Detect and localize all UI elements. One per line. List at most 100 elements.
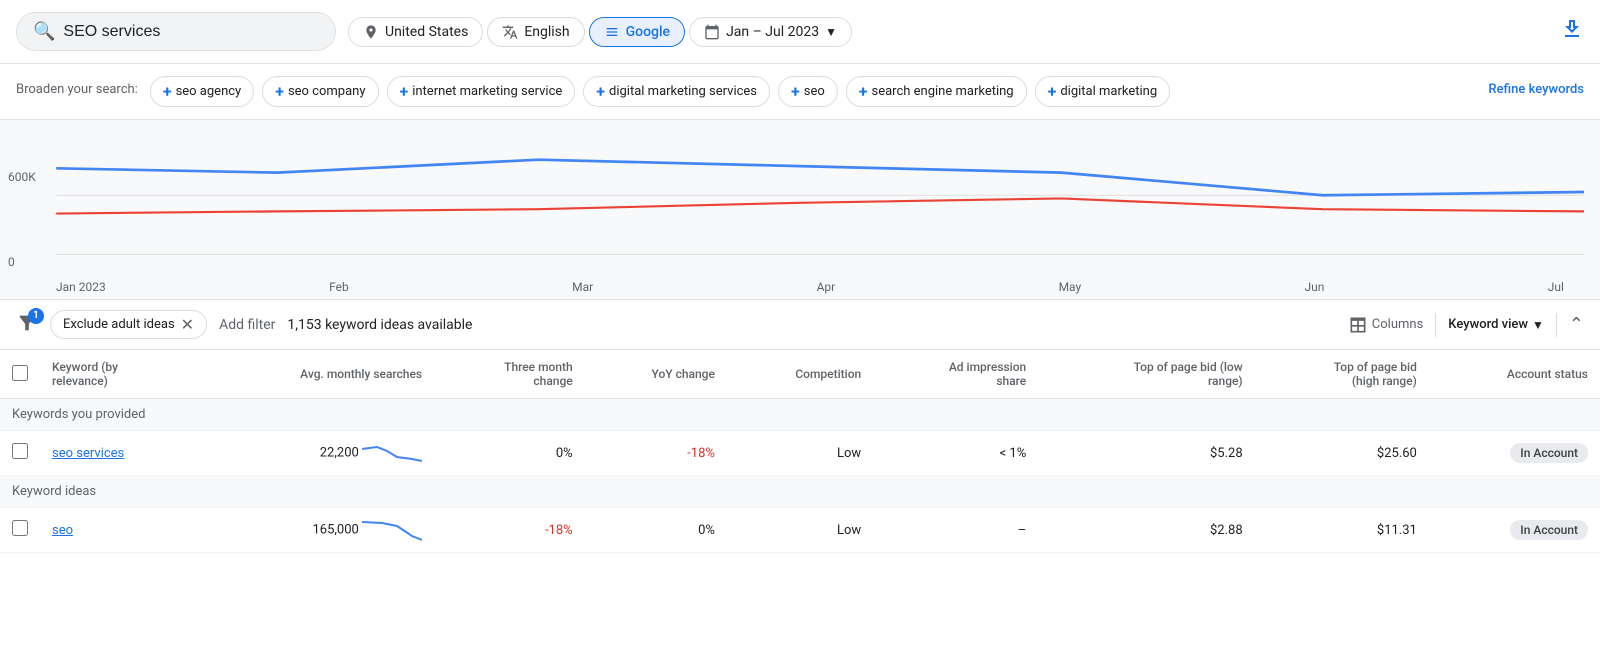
section-ideas-label: Keyword ideas <box>0 476 1600 508</box>
search-box[interactable]: 🔍 <box>16 12 336 51</box>
broaden-chip-6[interactable]: +digital marketing <box>1035 76 1171 107</box>
broaden-chip-2[interactable]: +internet marketing service <box>387 76 576 107</box>
select-all-checkbox[interactable] <box>12 365 28 381</box>
keyword-view-button[interactable]: Keyword view ▼ <box>1448 317 1544 332</box>
exclude-chip-close[interactable]: ✕ <box>181 315 194 334</box>
col-keyword-header[interactable]: Keyword (byrelevance) <box>40 350 197 399</box>
broaden-chip-label-6: digital marketing <box>1060 84 1157 99</box>
trend-chart-1 <box>362 518 422 542</box>
x-label-4: May <box>1059 280 1082 294</box>
bid-low-cell-1: $2.88 <box>1038 508 1254 553</box>
keywords-table: Keyword (byrelevance) Avg. monthly searc… <box>0 350 1600 553</box>
ad-impression-cell-1: – <box>873 508 1038 553</box>
in-account-badge-0: In Account <box>1510 443 1588 463</box>
x-label-0: Jan 2023 <box>56 280 106 294</box>
download-button[interactable] <box>1560 17 1584 47</box>
status-cell-0: In Account <box>1429 431 1600 476</box>
row-checkbox-1[interactable] <box>0 508 40 553</box>
filter-bar-right: Columns Keyword view ▼ ⌃ <box>1348 313 1584 337</box>
plus-icon-0: + <box>163 82 172 101</box>
row-checkbox-0[interactable] <box>0 431 40 476</box>
section-ideas-row: Keyword ideas <box>0 476 1600 508</box>
chevron-down-icon-view: ▼ <box>1532 318 1544 332</box>
col-competition-header[interactable]: Competition <box>727 350 873 399</box>
yoy-cell-0: -18% <box>585 431 727 476</box>
broaden-chip-1[interactable]: + seo company <box>262 76 378 107</box>
location-filter[interactable]: United States <box>348 17 483 47</box>
broaden-chip-0[interactable]: +seo agency <box>150 76 254 107</box>
collapse-button[interactable]: ⌃ <box>1569 314 1584 335</box>
search-icon: 🔍 <box>33 21 55 42</box>
col-checkbox-header <box>0 350 40 399</box>
plus-icon-4: + <box>791 82 800 101</box>
in-account-badge-1: In Account <box>1510 520 1588 540</box>
avg-searches-cell-0: 22,200 <box>197 431 434 476</box>
search-input[interactable] <box>63 23 283 41</box>
filter-button[interactable]: 1 <box>16 312 38 338</box>
x-label-5: Jun <box>1305 280 1325 294</box>
broaden-section: Broaden your search: +seo agency + seo co… <box>0 64 1600 120</box>
divider-2 <box>1556 313 1557 337</box>
broaden-chips: +seo agency + seo company +internet marke… <box>150 76 1477 107</box>
row-checkbox-input-1[interactable] <box>12 520 28 536</box>
header-filters: United States English Google Jan – Jul 2… <box>348 17 1548 47</box>
broaden-label: Broaden your search: <box>16 76 138 97</box>
filter-badge: 1 <box>28 308 44 324</box>
col-bid-high-header[interactable]: Top of page bid(high range) <box>1255 350 1429 399</box>
platform-filter[interactable]: Google <box>589 17 685 47</box>
broaden-chip-label-3: digital marketing services <box>609 84 757 99</box>
chart-x-labels: Jan 2023 Feb Mar Apr May Jun Jul <box>16 276 1584 300</box>
language-filter[interactable]: English <box>487 17 584 47</box>
row-checkbox-input-0[interactable] <box>12 443 28 459</box>
plus-icon-6: + <box>1048 82 1057 101</box>
columns-button[interactable]: Columns <box>1348 315 1424 335</box>
chart-y-label: 600K <box>8 170 36 184</box>
location-icon <box>363 24 379 40</box>
broaden-chip-3[interactable]: + digital marketing services <box>583 76 770 107</box>
filter-bar: 1 Exclude adult ideas ✕ Add filter 1,153… <box>0 300 1600 350</box>
date-filter[interactable]: Jan – Jul 2023 ▼ <box>689 17 852 47</box>
broaden-chip-label-5: search engine marketing <box>872 84 1014 99</box>
col-avg-header[interactable]: Avg. monthly searches <box>197 350 434 399</box>
yoy-cell-1: 0% <box>585 508 727 553</box>
language-label: English <box>524 24 569 40</box>
plus-icon-5: + <box>859 82 868 101</box>
chevron-down-icon: ▼ <box>825 25 837 39</box>
keyword-cell-1[interactable]: seo <box>40 508 197 553</box>
plus-icon-2: + <box>400 82 409 101</box>
plus-icon-1: + <box>275 82 284 101</box>
avg-searches-cell-1: 165,000 <box>197 508 434 553</box>
bid-low-cell-0: $5.28 <box>1038 431 1254 476</box>
header: 🔍 United States English Google Jan – Jul… <box>0 0 1600 64</box>
keyword-cell-0[interactable]: seo services <box>40 431 197 476</box>
competition-cell-1: Low <box>727 508 873 553</box>
x-label-6: Jul <box>1548 280 1564 294</box>
col-ad-impression-header[interactable]: Ad impressionshare <box>873 350 1038 399</box>
exclude-chip[interactable]: Exclude adult ideas ✕ <box>50 310 207 339</box>
refine-keywords-button[interactable]: Refine keywords <box>1488 76 1584 97</box>
col-status-header[interactable]: Account status <box>1429 350 1600 399</box>
x-label-1: Feb <box>329 280 349 294</box>
broaden-chip-5[interactable]: + search engine marketing <box>846 76 1027 107</box>
section-provided-row: Keywords you provided <box>0 399 1600 431</box>
divider <box>1435 313 1436 337</box>
table-row-ideas-0: seo 165,000 -18% 0% Low – $2.88 $11.31 I… <box>0 508 1600 553</box>
plus-icon-3: + <box>596 82 605 101</box>
download-icon <box>1560 17 1584 41</box>
broaden-chip-4[interactable]: + seo <box>778 76 838 107</box>
ad-impression-cell-0: < 1% <box>873 431 1038 476</box>
chart-section: 600K 0 Jan 2023 Feb Mar Apr May Jun Jul <box>0 120 1600 300</box>
date-range-label: Jan – Jul 2023 <box>726 24 819 40</box>
exclude-chip-label: Exclude adult ideas <box>63 317 175 332</box>
three-month-cell-0: 0% <box>434 431 585 476</box>
add-filter-button[interactable]: Add filter <box>219 317 275 333</box>
x-label-2: Mar <box>572 280 593 294</box>
broaden-chip-label-4: seo <box>804 84 825 99</box>
broaden-chip-label-1: seo company <box>288 84 366 99</box>
keyword-count: 1,153 keyword ideas available <box>287 317 472 333</box>
bid-high-cell-0: $25.60 <box>1255 431 1429 476</box>
col-three-month-header[interactable]: Three monthchange <box>434 350 585 399</box>
platform-icon <box>604 24 620 40</box>
col-bid-low-header[interactable]: Top of page bid (lowrange) <box>1038 350 1254 399</box>
col-yoy-header[interactable]: YoY change <box>585 350 727 399</box>
